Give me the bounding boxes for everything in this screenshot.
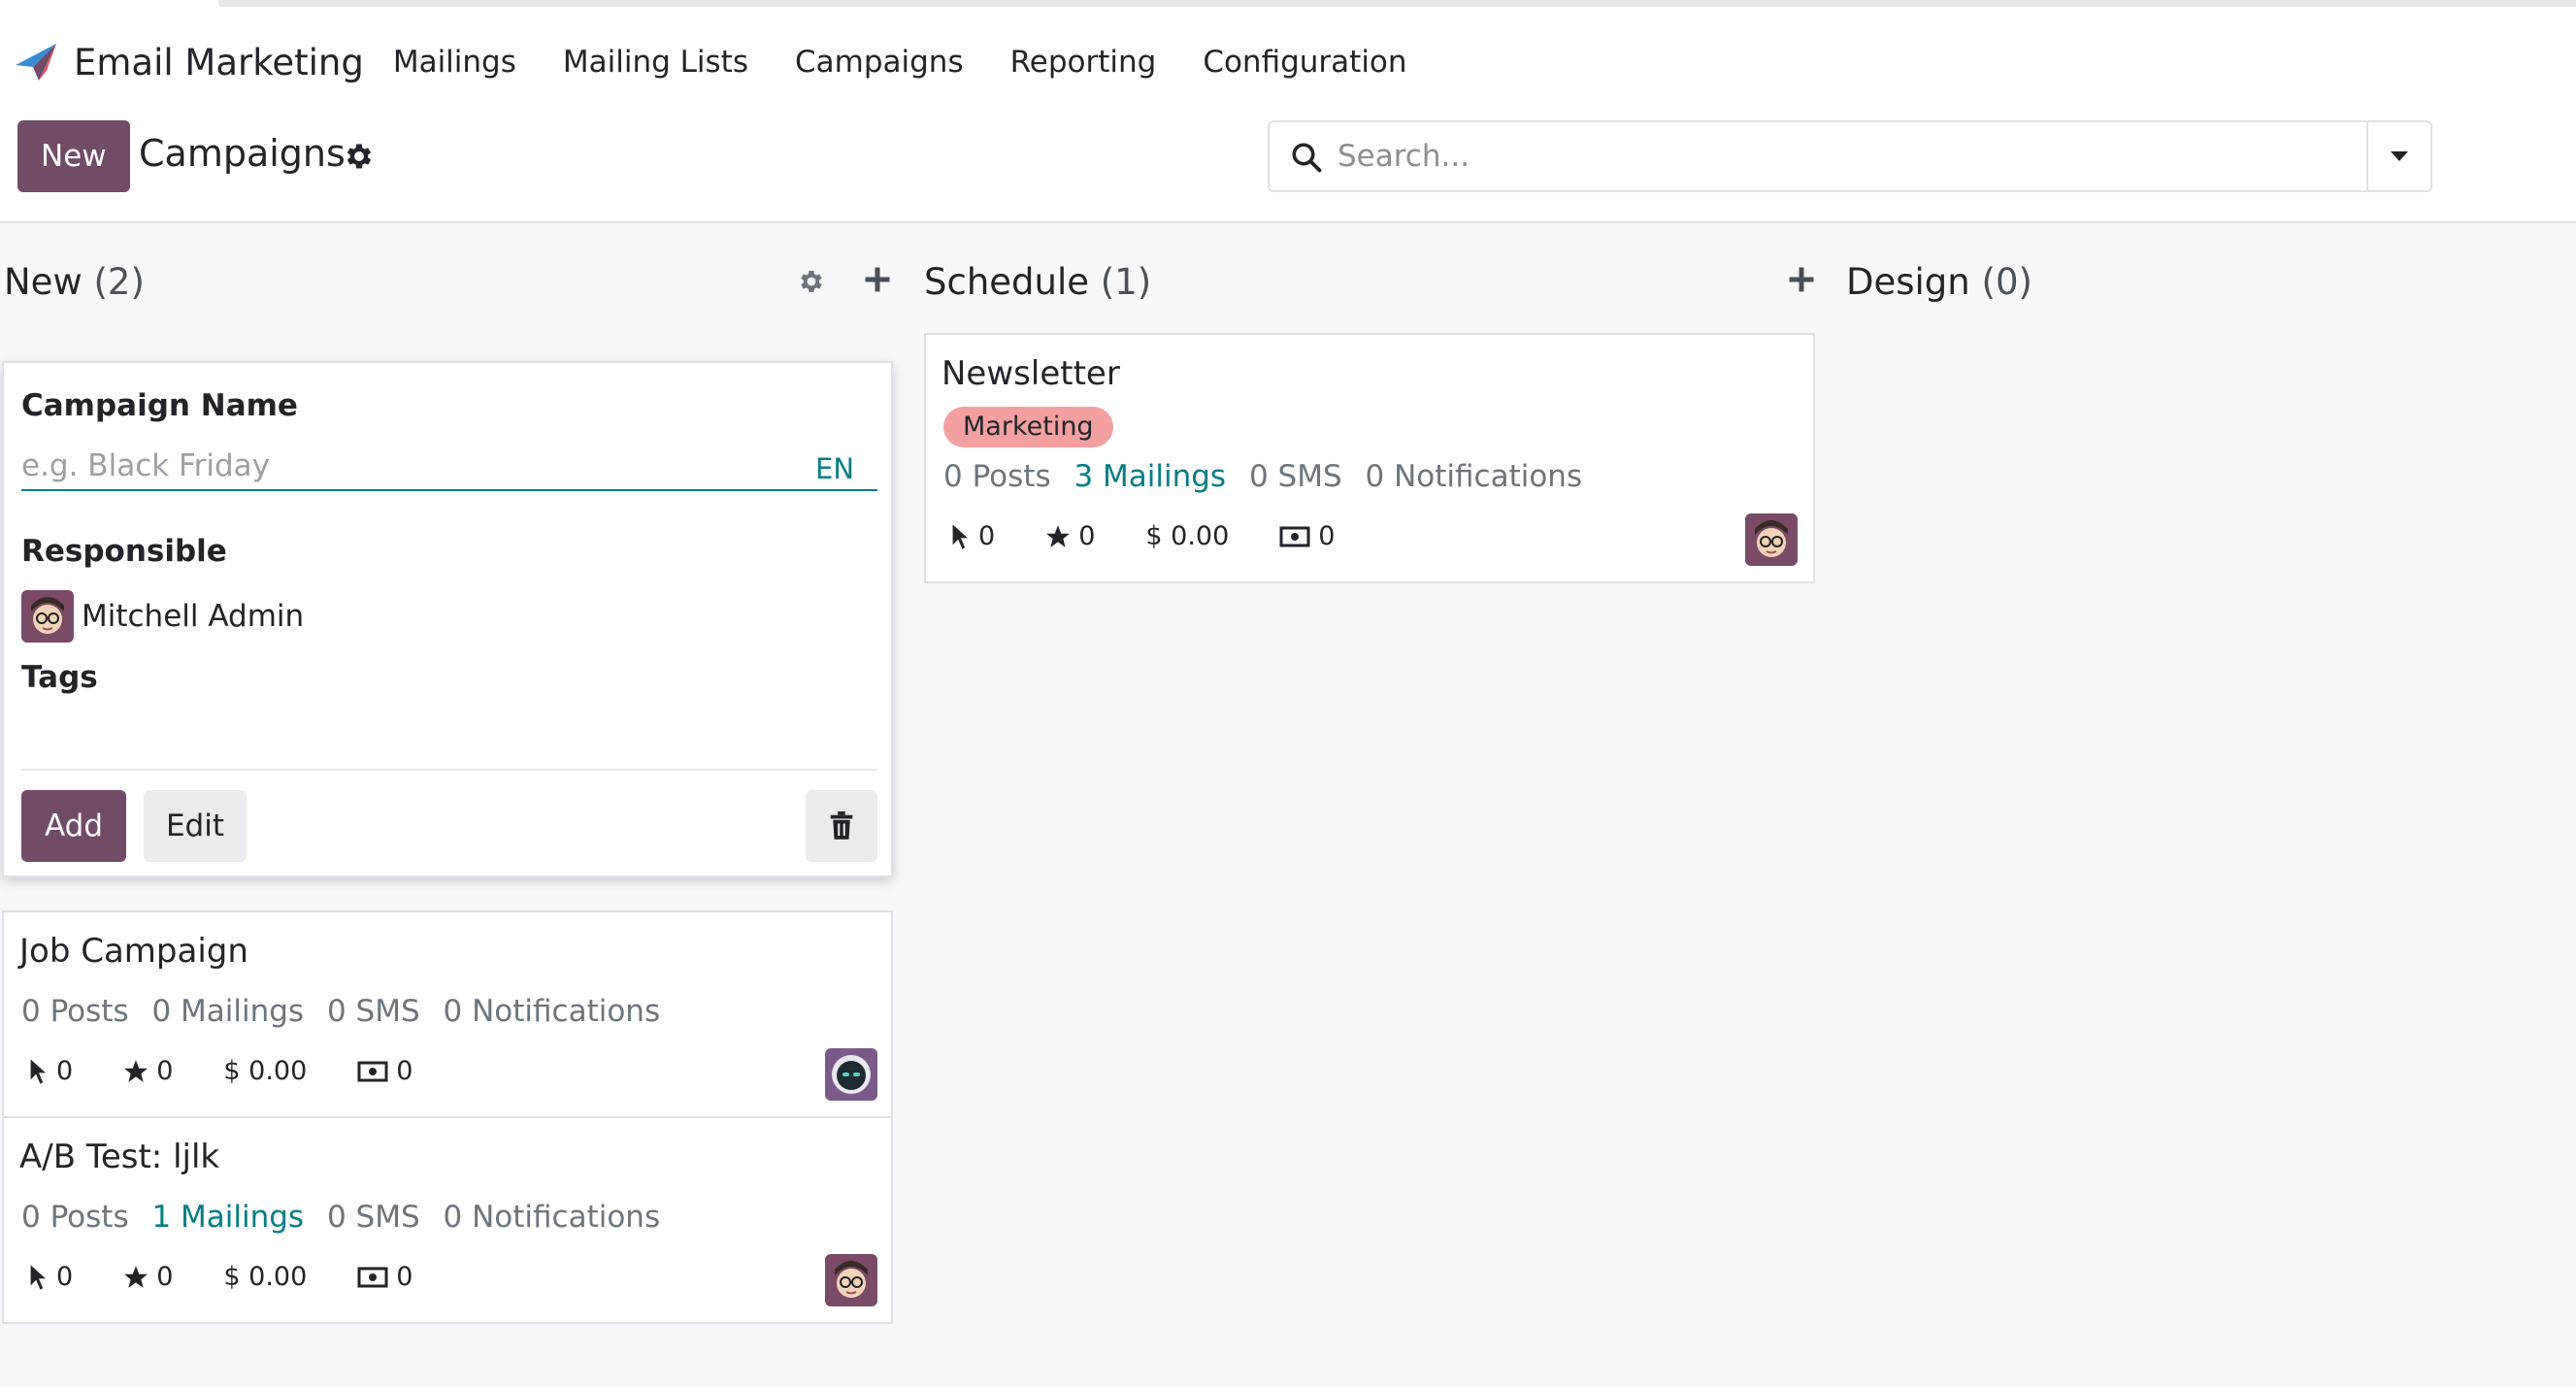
search-bar bbox=[1268, 120, 2432, 192]
column-title: New bbox=[4, 260, 83, 303]
stars-metric: 0 bbox=[123, 1262, 173, 1292]
card-title: Job Campaign bbox=[19, 932, 248, 971]
column-header-schedule: Schedule (1) bbox=[924, 254, 1151, 309]
posts-count: 0 Posts bbox=[21, 994, 129, 1029]
star-icon bbox=[124, 1265, 149, 1288]
posts-count: 0 Posts bbox=[21, 1200, 129, 1235]
email-marketing-app-icon bbox=[14, 40, 58, 84]
cursor-icon bbox=[952, 523, 968, 549]
avatar bbox=[21, 590, 74, 643]
quick-create-form: Campaign Name EN Responsible Mitchell Ad… bbox=[2, 361, 893, 877]
clicks-metric: 0 bbox=[29, 1056, 73, 1086]
responsible-name: Mitchell Admin bbox=[82, 599, 305, 634]
responsible-field[interactable]: Mitchell Admin bbox=[21, 590, 304, 643]
money-metric: 0 bbox=[1279, 521, 1335, 551]
menu-item-campaigns[interactable]: Campaigns bbox=[795, 45, 964, 80]
responsible-label: Responsible bbox=[21, 534, 227, 569]
avatar bbox=[825, 1048, 877, 1101]
cursor-icon bbox=[30, 1058, 46, 1084]
column-count: (2) bbox=[93, 260, 145, 303]
money-metric: 0 bbox=[357, 1262, 413, 1292]
clicks-metric: 0 bbox=[951, 521, 995, 551]
revenue-metric: $ 0.00 bbox=[223, 1262, 308, 1292]
posts-count: 0 Posts bbox=[943, 459, 1051, 494]
notifications-count: 0 Notifications bbox=[443, 994, 661, 1029]
page-title: Campaigns bbox=[139, 132, 346, 175]
money-icon bbox=[357, 1061, 388, 1081]
card-metrics: 0 0 $ 0.00 0 bbox=[951, 521, 1385, 551]
money-icon bbox=[1279, 526, 1310, 546]
language-toggle[interactable]: EN bbox=[815, 452, 854, 485]
sms-count: 0 SMS bbox=[1248, 459, 1342, 494]
column-count: (1) bbox=[1100, 260, 1152, 303]
stars-metric: 0 bbox=[123, 1056, 173, 1086]
search-icon bbox=[1289, 140, 1324, 175]
card-title: Newsletter bbox=[941, 354, 1120, 393]
card-stats: 0 Posts 1 Mailings 0 SMS 0 Notifications bbox=[21, 1200, 674, 1235]
money-metric: 0 bbox=[357, 1056, 413, 1086]
trash-icon bbox=[830, 811, 853, 840]
tag-badge: Marketing bbox=[943, 407, 1113, 447]
avatar bbox=[1745, 513, 1798, 566]
revenue-metric: $ 0.00 bbox=[1145, 521, 1230, 551]
card-metrics: 0 0 $ 0.00 0 bbox=[29, 1262, 463, 1292]
column-header-design: Design (0) bbox=[1846, 254, 2032, 309]
navbar: Email Marketing Mailings Mailing Lists C… bbox=[0, 17, 2576, 107]
app-title: Email Marketing bbox=[74, 41, 364, 83]
notifications-count: 0 Notifications bbox=[1365, 459, 1583, 494]
brand[interactable]: Email Marketing bbox=[14, 40, 364, 84]
column-settings-icon[interactable] bbox=[794, 264, 829, 299]
add-button[interactable]: Add bbox=[21, 790, 126, 862]
gear-icon[interactable] bbox=[343, 140, 376, 173]
menu-item-mailing-lists[interactable]: Mailing Lists bbox=[563, 45, 748, 80]
search-input[interactable] bbox=[1338, 130, 2347, 182]
divider bbox=[21, 769, 877, 771]
top-strip bbox=[0, 0, 2576, 17]
menu-item-mailings[interactable]: Mailings bbox=[393, 45, 516, 80]
campaign-name-label: Campaign Name bbox=[21, 388, 298, 423]
new-button[interactable]: New bbox=[17, 120, 130, 192]
card-stats: 0 Posts 3 Mailings 0 SMS 0 Notifications bbox=[943, 459, 1596, 494]
kanban-card-ab-test[interactable]: A/B Test: ljlk 0 Posts 1 Mailings 0 SMS … bbox=[2, 1116, 893, 1324]
clicks-metric: 0 bbox=[29, 1262, 73, 1292]
column-header-new: New (2) bbox=[4, 254, 145, 309]
sms-count: 0 SMS bbox=[326, 994, 420, 1029]
mailings-link[interactable]: 1 Mailings bbox=[151, 1200, 304, 1235]
mailings-link[interactable]: 3 Mailings bbox=[1073, 459, 1226, 494]
menu-item-reporting[interactable]: Reporting bbox=[1010, 45, 1157, 80]
column-count: (0) bbox=[1981, 260, 2032, 303]
control-panel: New Campaigns bbox=[0, 107, 2576, 223]
star-icon bbox=[124, 1059, 149, 1082]
avatar bbox=[825, 1254, 877, 1306]
main-menu: Mailings Mailing Lists Campaigns Reporti… bbox=[393, 45, 1454, 80]
quick-create-plus-icon[interactable] bbox=[860, 262, 895, 297]
star-icon bbox=[1046, 524, 1071, 547]
caret-down-icon bbox=[2391, 151, 2408, 161]
kanban-card-newsletter[interactable]: Newsletter Marketing 0 Posts 3 Mailings … bbox=[924, 333, 1815, 583]
tags-label: Tags bbox=[21, 660, 98, 695]
column-title: Design bbox=[1846, 260, 1970, 303]
cursor-icon bbox=[30, 1264, 46, 1290]
column-title: Schedule bbox=[924, 260, 1090, 303]
stars-metric: 0 bbox=[1045, 521, 1095, 551]
campaign-name-input[interactable] bbox=[21, 443, 877, 491]
notifications-count: 0 Notifications bbox=[443, 1200, 661, 1235]
card-metrics: 0 0 $ 0.00 0 bbox=[29, 1056, 463, 1086]
search-options-toggle[interactable] bbox=[2366, 122, 2430, 190]
discard-button[interactable] bbox=[806, 790, 877, 862]
card-stats: 0 Posts 0 Mailings 0 SMS 0 Notifications bbox=[21, 994, 674, 1029]
revenue-metric: $ 0.00 bbox=[223, 1056, 308, 1086]
sms-count: 0 SMS bbox=[326, 1200, 420, 1235]
card-title: A/B Test: ljlk bbox=[19, 1138, 220, 1176]
loading-bar bbox=[218, 0, 2576, 7]
menu-item-configuration[interactable]: Configuration bbox=[1203, 45, 1406, 80]
kanban-card-job-campaign[interactable]: Job Campaign 0 Posts 0 Mailings 0 SMS 0 … bbox=[2, 910, 893, 1118]
quick-create-plus-icon[interactable] bbox=[1784, 262, 1819, 297]
mailings-count: 0 Mailings bbox=[151, 994, 305, 1029]
edit-button[interactable]: Edit bbox=[144, 790, 247, 862]
money-icon bbox=[357, 1267, 388, 1287]
